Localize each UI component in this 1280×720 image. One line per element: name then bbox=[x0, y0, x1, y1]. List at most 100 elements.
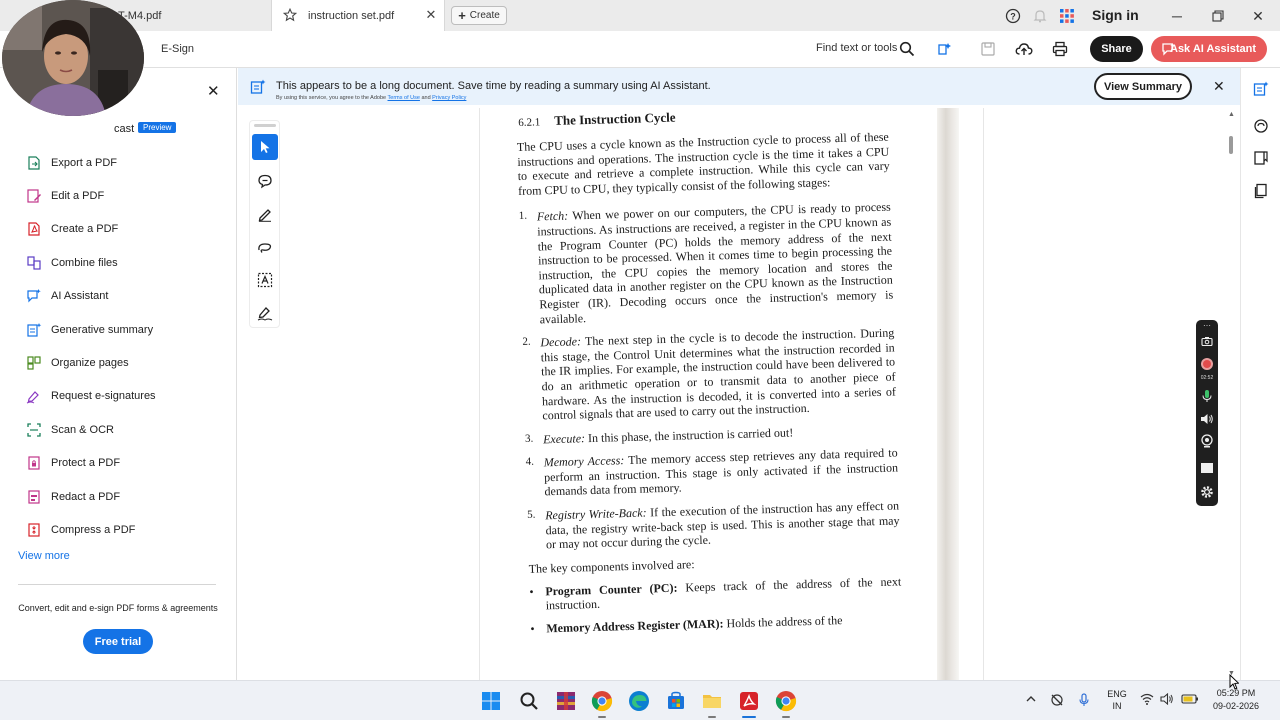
create-tab-button[interactable]: + Create bbox=[451, 6, 507, 25]
minimize-icon[interactable]: ─ bbox=[1166, 5, 1188, 27]
preview-badge: Preview bbox=[138, 122, 177, 133]
sidebar-item-request-e-signatures[interactable]: Request e-signatures bbox=[0, 380, 236, 413]
banner-legal-text: By using this service, you agree to the … bbox=[276, 95, 466, 101]
page-thumbnails-icon[interactable] bbox=[1251, 181, 1271, 201]
text-box-icon[interactable] bbox=[252, 267, 278, 293]
comments-panel-icon[interactable] bbox=[1251, 116, 1271, 136]
terms-of-use-link[interactable]: Terms of Use bbox=[388, 95, 420, 101]
sidebar-item-edit-a-pdf[interactable]: Edit a PDF bbox=[0, 179, 236, 212]
location-off-icon[interactable] bbox=[1050, 693, 1064, 710]
section-number: 6.2.1 bbox=[518, 116, 541, 129]
overlay-window-icon[interactable] bbox=[1199, 460, 1215, 476]
sidebar-item-organize-pages[interactable]: Organize pages bbox=[0, 346, 236, 379]
microsoft-store-icon[interactable] bbox=[664, 689, 688, 713]
taskbar-search-icon[interactable] bbox=[517, 689, 541, 713]
help-icon[interactable]: ? bbox=[1002, 5, 1024, 27]
webcam-toggle-icon[interactable] bbox=[1199, 433, 1215, 449]
select-cursor-icon[interactable] bbox=[252, 134, 278, 160]
ai-assistant-panel-icon[interactable] bbox=[1251, 79, 1271, 99]
ask-ai-assistant-button[interactable]: Ask AI Assistant bbox=[1151, 36, 1267, 62]
notification-bell-icon[interactable] bbox=[1029, 5, 1051, 27]
battery-icon[interactable] bbox=[1181, 693, 1199, 708]
wifi-icon[interactable] bbox=[1140, 693, 1154, 708]
microphone-icon[interactable] bbox=[1199, 388, 1215, 404]
acrobat-icon[interactable] bbox=[737, 689, 761, 718]
quick-tools-rail bbox=[249, 120, 280, 328]
rail-drag-handle[interactable] bbox=[254, 124, 276, 127]
window-close-icon[interactable]: ✕ bbox=[1247, 5, 1269, 27]
key-component-text: Program Counter (PC): Keeps track of the… bbox=[545, 574, 902, 613]
record-stop-icon[interactable] bbox=[1199, 356, 1215, 372]
view-more-link[interactable]: View more bbox=[18, 550, 70, 562]
search-icon[interactable] bbox=[897, 39, 917, 59]
sidebar-item-compress-a-pdf[interactable]: Compress a PDF bbox=[0, 513, 236, 546]
scroll-up-arrow-icon[interactable]: ▲ bbox=[1228, 111, 1235, 118]
banner-message: This appears to be a long document. Save… bbox=[276, 80, 711, 92]
recorder-menu-icon[interactable]: ⋯ bbox=[1199, 321, 1215, 330]
star-icon[interactable] bbox=[282, 7, 298, 22]
stage-term: Fetch: bbox=[536, 208, 569, 224]
show-hidden-icons-chevron-icon[interactable] bbox=[1025, 693, 1037, 708]
maximize-icon[interactable] bbox=[1207, 5, 1229, 27]
windows-start-icon[interactable] bbox=[479, 689, 503, 713]
sidebar-item-generative-summary[interactable]: Generative summary bbox=[0, 313, 236, 346]
privacy-policy-link[interactable]: Privacy Policy bbox=[432, 95, 466, 101]
sidebar-item-ai-assistant[interactable]: AI Assistant bbox=[0, 280, 236, 313]
esign-menu[interactable]: E-Sign bbox=[161, 43, 194, 55]
view-summary-button[interactable]: View Summary bbox=[1094, 73, 1192, 100]
bookmarks-panel-icon[interactable] bbox=[1251, 148, 1271, 168]
stage-number: 2. bbox=[522, 335, 531, 349]
winrar-icon[interactable] bbox=[554, 689, 578, 713]
save-icon[interactable] bbox=[978, 39, 998, 59]
sidebar-item-export-a-pdf[interactable]: Export a PDF bbox=[0, 146, 236, 179]
tab-active-document[interactable]: instruction set.pdf ✕ bbox=[271, 0, 445, 31]
webcam-overlay bbox=[2, 0, 144, 116]
system-clock[interactable]: 05:29 PM 09-02-2026 bbox=[1200, 687, 1272, 713]
sign-in-link[interactable]: Sign in bbox=[1092, 7, 1139, 23]
ai-tools-icon[interactable] bbox=[935, 39, 955, 59]
create-tab-label: Create bbox=[469, 10, 500, 21]
right-tools-rail bbox=[1240, 68, 1280, 680]
sidebar-item-label: Create a PDF bbox=[51, 223, 119, 236]
tray-microphone-icon[interactable] bbox=[1078, 693, 1090, 710]
scrollbar-thumb[interactable] bbox=[1229, 136, 1233, 154]
running-indicator bbox=[782, 716, 790, 718]
chrome-icon[interactable] bbox=[590, 689, 614, 718]
sidebar-item-combine-files[interactable]: Combine files bbox=[0, 246, 236, 279]
print-icon[interactable] bbox=[1050, 39, 1070, 59]
input-language-indicator[interactable]: ENG IN bbox=[1104, 688, 1130, 712]
sidebar-close-icon[interactable]: ✕ bbox=[207, 82, 220, 100]
free-trial-button[interactable]: Free trial bbox=[83, 629, 153, 654]
sign-icon[interactable] bbox=[252, 300, 278, 326]
sidebar-item-redact-a-pdf[interactable]: Redact a PDF bbox=[0, 480, 236, 513]
sidebar-item-create-a-pdf[interactable]: Create a PDF bbox=[0, 213, 236, 246]
vertical-scrollbar[interactable]: ▲ ▼ bbox=[1228, 108, 1236, 680]
edge-icon[interactable] bbox=[627, 689, 651, 713]
tab-close-icon[interactable]: ✕ bbox=[424, 8, 438, 22]
banner-close-icon[interactable]: ✕ bbox=[1213, 78, 1225, 95]
stage-number: 4. bbox=[525, 455, 535, 469]
file-explorer-icon[interactable] bbox=[700, 689, 724, 718]
key-component-text: Memory Address Register (MAR): Holds the… bbox=[546, 613, 842, 636]
sidebar-item-label: Scan & OCR bbox=[51, 423, 114, 436]
camera-icon[interactable] bbox=[1199, 333, 1215, 349]
comment-icon[interactable] bbox=[252, 168, 278, 194]
upload-cloud-icon[interactable] bbox=[1014, 39, 1034, 59]
request-esignatures-icon bbox=[26, 388, 42, 404]
sidebar-item-protect-a-pdf[interactable]: Protect a PDF bbox=[0, 447, 236, 480]
key-components-line: The key components involved are: bbox=[528, 557, 695, 576]
apps-grid-icon[interactable] bbox=[1056, 5, 1078, 27]
redact-pdf-icon bbox=[26, 489, 42, 505]
sidebar-item-partial[interactable]: cast bbox=[114, 123, 134, 135]
freehand-draw-icon[interactable] bbox=[252, 234, 278, 260]
volume-icon[interactable] bbox=[1160, 692, 1174, 708]
sidebar-item-scan-ocr[interactable]: Scan & OCR bbox=[0, 413, 236, 446]
export-pdf-icon bbox=[26, 155, 42, 171]
find-text-or-tools[interactable]: Find text or tools bbox=[816, 42, 897, 54]
highlight-pen-icon[interactable] bbox=[252, 201, 278, 227]
sidebar-tool-list: Export a PDF Edit a PDF Create a PDF Combin… bbox=[0, 146, 236, 547]
recorder-settings-icon[interactable] bbox=[1199, 484, 1215, 500]
speaker-icon[interactable] bbox=[1199, 411, 1215, 427]
chrome-profile-icon[interactable] bbox=[774, 689, 798, 718]
share-button[interactable]: Share bbox=[1090, 36, 1143, 62]
